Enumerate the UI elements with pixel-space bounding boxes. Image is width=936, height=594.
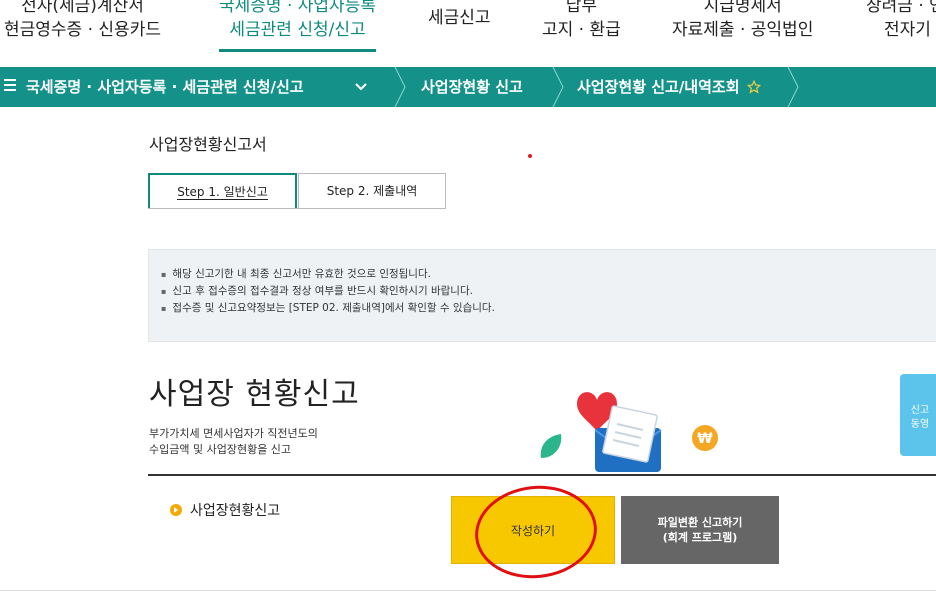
nav-item-line2: 고지 · 환급	[542, 20, 621, 40]
tab-label: Step 2. 제출내역	[326, 184, 418, 198]
page-title: 사업장현황신고서	[149, 135, 267, 154]
nav-item-line1: 전자(세금)계산서	[21, 0, 144, 16]
breadcrumb-label: 사업장현황 신고/내역조회	[577, 78, 740, 96]
nav-item-line1: 지급명세서	[703, 0, 782, 16]
tab-step2-submission-history[interactable]: Step 2. 제출내역	[298, 173, 446, 209]
breadcrumb-item-category[interactable]: 국세증명 · 사업자등록 · 세금관련 신청/신고	[26, 67, 367, 107]
breadcrumb-item-business-report[interactable]: 사업장현황 신고	[421, 67, 523, 107]
nav-item-line1: 납부	[565, 0, 598, 16]
file-button-line: (회계 프로그램)	[662, 531, 738, 544]
notice-item: 신고 후 접수증의 접수결과 정상 여부를 반드시 확인하시기 바랍니다.	[161, 283, 935, 300]
footer-divider	[0, 590, 936, 591]
notice-item: 접수증 및 신고요약정보는 [STEP 02. 제출내역]에서 확인할 수 있습…	[161, 300, 935, 317]
help-video-button[interactable]: 신고 동영	[900, 374, 936, 456]
nav-item-line2: 전자기	[884, 20, 931, 40]
file-button-line: 파일변환 신고하기	[657, 516, 743, 529]
tab-label: Step 1. 일반신고	[177, 185, 268, 200]
nav-item-e-invoice[interactable]: 전자(세금)계산서 현금영수증 · 신용카드	[4, 0, 161, 42]
arrow-bullet-icon	[170, 504, 182, 516]
help-button-line: 신고	[910, 405, 930, 416]
breadcrumb-separator-icon	[394, 67, 406, 107]
breadcrumb-separator-icon	[787, 67, 799, 107]
description-line: 부가가치세 면세사업자가 직전년도의	[149, 427, 318, 440]
file-convert-report-button[interactable]: 파일변환 신고하기 (회계 프로그램)	[621, 496, 779, 564]
nav-item-payment[interactable]: 납부 고지 · 환급	[542, 0, 621, 42]
breadcrumb-separator-icon	[552, 67, 564, 107]
star-outline-icon[interactable]	[746, 79, 761, 94]
section-label: 사업장현황신고	[170, 500, 280, 520]
nav-item-payment-statement[interactable]: 지급명세서 자료제출 · 공익법인	[672, 0, 813, 42]
svg-text:₩: ₩	[697, 431, 713, 447]
tab-step1-general-report[interactable]: Step 1. 일반신고	[148, 173, 297, 209]
nav-item-line2: 세금관련 신청/신고	[229, 20, 366, 40]
breadcrumb-item-current[interactable]: 사업장현황 신고/내역조회	[577, 67, 761, 107]
section-heading: 사업장 현황신고	[149, 377, 360, 412]
nav-item-line2: 자료제출 · 공익법인	[672, 20, 814, 40]
nav-item-line1: 국세증명 · 사업자등록	[219, 0, 376, 16]
write-report-button[interactable]: 작성하기	[451, 496, 615, 564]
section-divider	[148, 474, 936, 476]
breadcrumb: 국세증명 · 사업자등록 · 세금관련 신청/신고 사업장현황 신고 사업장현황…	[0, 67, 936, 107]
nav-item-line1: 세금신고	[428, 8, 491, 28]
description-line: 수입금액 및 사업장현황을 신고	[149, 443, 292, 456]
tab-divider	[148, 208, 446, 209]
leaf-icon	[540, 434, 562, 458]
document-icon	[602, 405, 658, 463]
section-label-text: 사업장현황신고	[190, 503, 281, 519]
nav-item-line2: 현금영수증 · 신용카드	[4, 20, 161, 40]
breadcrumb-label: 국세증명 · 사업자등록 · 세금관련 신청/신고	[26, 78, 304, 96]
stray-dot	[528, 154, 532, 158]
help-button-line: 동영	[910, 419, 930, 430]
report-illustration: ₩	[540, 392, 718, 472]
nav-item-incentive[interactable]: 장려금 · 연 전자기	[866, 0, 936, 42]
notice-box: 해당 신고기한 내 최종 신고서만 유효한 것으로 인정됩니다. 신고 후 접수…	[148, 249, 936, 342]
nav-item-line1: 장려금 · 연	[866, 0, 936, 16]
nav-item-tax-report[interactable]: 세금신고	[428, 6, 491, 30]
section-description: 부가가치세 면세사업자가 직전년도의 수입금액 및 사업장현황을 신고	[149, 426, 318, 458]
top-navigation: 전자(세금)계산서 현금영수증 · 신용카드 국세증명 · 사업자등록 세금관련…	[0, 0, 936, 67]
chevron-down-icon[interactable]	[355, 83, 367, 91]
notice-item: 해당 신고기한 내 최종 신고서만 유효한 것으로 인정됩니다.	[161, 266, 935, 283]
active-underline	[219, 49, 376, 52]
hamburger-icon[interactable]	[4, 79, 16, 93]
nav-item-certificate-registration[interactable]: 국세증명 · 사업자등록 세금관련 신청/신고	[219, 0, 376, 52]
